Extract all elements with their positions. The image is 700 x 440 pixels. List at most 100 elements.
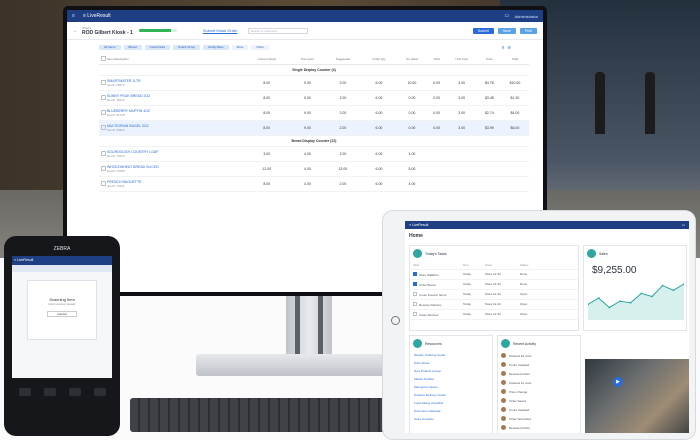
filter-chip[interactable]: More: [231, 44, 249, 50]
filter-chip[interactable]: Candy Bars: [202, 44, 229, 50]
row-checkbox[interactable]: [100, 110, 106, 115]
column-header[interactable]: Suggested: [324, 54, 362, 65]
resource-link[interactable]: Planogram Specs: [410, 383, 492, 391]
column-header[interactable]: Sold: [427, 54, 446, 65]
resource-link[interactable]: Price Sheet: [410, 359, 492, 367]
task-row[interactable]: Clean Shelves Today Store 12-34 Open: [410, 310, 578, 320]
notification-icon[interactable]: ▭: [504, 13, 510, 19]
table-row[interactable]: MULTIGRAIN BAGEL 3OZ Item#: 62904 8.00 9.00…: [99, 120, 529, 136]
activity-item[interactable]: Count Updated: [498, 432, 580, 433]
task-row[interactable]: Count Freezer Items Today Store 12-34 Open: [410, 290, 578, 300]
back-key[interactable]: [18, 388, 31, 396]
home-key[interactable]: [43, 388, 56, 396]
column-header[interactable]: Total: [500, 54, 529, 65]
resource-link[interactable]: Weekly Ordering Guide: [410, 351, 492, 359]
table-row[interactable]: FRENCH BAGUETTE Item#: 70441 8.00 4.00 2.00 6…: [99, 176, 529, 192]
column-header[interactable]: Price: [477, 54, 501, 65]
search-key[interactable]: [93, 388, 106, 396]
activity-item[interactable]: Received Order: [498, 369, 580, 378]
table-cell[interactable]: 6.00: [361, 105, 397, 121]
item-number: Item#: 51738: [107, 113, 125, 117]
table-row[interactable]: SUNNY PEAK BREAD 2OZ Item#: 48210 8.00 9.00…: [99, 90, 529, 106]
search-input[interactable]: Search or scan item: [247, 27, 308, 34]
table-cell[interactable]: 6.00: [361, 90, 397, 106]
table-cell[interactable]: 6.00: [361, 161, 397, 177]
filter-chip[interactable]: Cold Drinks: [144, 44, 171, 50]
tasks-list: Store Walkthru Today Store 12-34 Done Order …: [410, 270, 578, 320]
column-header[interactable]: Current Stock: [242, 54, 291, 65]
settings-icon[interactable]: ⚙: [507, 45, 511, 50]
column-header[interactable]: Par Level: [290, 54, 325, 65]
table-cell[interactable]: 6.00: [361, 146, 397, 162]
cancel-button[interactable]: Cancel: [47, 311, 77, 317]
table-row[interactable]: SOURDOUGH COUNTRY LOAF Item#: 70215 3.00 4.…: [99, 146, 529, 162]
table-cell[interactable]: 6.00: [361, 75, 397, 91]
save-button[interactable]: Save: [497, 27, 516, 34]
row-checkbox[interactable]: [100, 80, 106, 85]
activity-item[interactable]: Count Updated: [498, 360, 580, 369]
column-header[interactable]: Item Description: [107, 54, 243, 65]
column-header[interactable]: Order Qty: [361, 54, 397, 65]
task-row[interactable]: Store Walkthru Today Store 12-34 Done: [410, 270, 578, 280]
activity-item[interactable]: Order Submitted: [498, 414, 580, 423]
sales-icon: [587, 249, 596, 258]
task-row[interactable]: Order Bread Today Store 12-34 Done: [410, 280, 578, 290]
home-button[interactable]: [391, 316, 400, 325]
task-checkbox[interactable]: [413, 282, 417, 286]
group-row[interactable]: Bread Display Counter (22): [99, 135, 529, 147]
submit-button[interactable]: Submit: [472, 27, 494, 34]
resource-link[interactable]: Market Profiles: [410, 375, 492, 383]
activity-item[interactable]: Received Order: [498, 423, 580, 432]
task-checkbox[interactable]: [413, 302, 417, 306]
select-all-checkbox[interactable]: [100, 56, 106, 61]
menu-icon[interactable]: ≡: [72, 13, 78, 19]
resource-link[interactable]: Produce Delivery Guide: [410, 391, 492, 399]
column-header[interactable]: On Hand: [396, 54, 428, 65]
activity-card: Recent Activity Ordered 24 units Count Up…: [497, 335, 581, 433]
task-checkbox[interactable]: [413, 292, 417, 296]
resource-link[interactable]: Food Safety Checklist: [410, 399, 492, 407]
resource-link[interactable]: New Product Lineup: [410, 367, 492, 375]
table-row[interactable]: SMARTWATER 1LTR Item#: 26574 8.00 9.00 2.00 6…: [99, 75, 529, 91]
user-name[interactable]: Administrator: [514, 14, 538, 19]
group-title: Bread Display Counter (22): [99, 135, 529, 147]
filter-chip[interactable]: Other: [251, 44, 269, 50]
filter-chip[interactable]: Snack Chips: [173, 44, 200, 50]
task-checkbox[interactable]: [413, 312, 417, 316]
print-button[interactable]: Print: [519, 27, 537, 34]
play-icon[interactable]: ▶: [613, 377, 623, 387]
submit-kiosk-link[interactable]: Submit Kiosk Order: [203, 28, 238, 33]
filter-chip[interactable]: All Items: [99, 44, 121, 50]
row-checkbox[interactable]: [100, 125, 106, 130]
row-checkbox[interactable]: [100, 151, 106, 156]
activity-item[interactable]: Ordered 12 units: [498, 378, 580, 387]
task-store: Store 12-34: [485, 272, 501, 276]
table-row[interactable]: WHOLEWHEAT BREAD SLICED Item#: 70388 12.00…: [99, 161, 529, 177]
table-cell[interactable]: 6.00: [361, 120, 397, 136]
promo-video-thumbnail[interactable]: ▶: [585, 359, 689, 433]
group-row[interactable]: Single Display Counter (4): [99, 64, 529, 76]
activity-item[interactable]: Ordered 24 units: [498, 351, 580, 360]
activity-item[interactable]: Order Saved: [498, 396, 580, 405]
tablet-user-icon[interactable]: ▭: [682, 223, 685, 227]
table-cell: 0.00: [427, 90, 446, 106]
activity-item[interactable]: Price Change: [498, 387, 580, 396]
row-checkbox[interactable]: [100, 181, 106, 186]
task-row[interactable]: Receive Delivery Today Store 12-34 Open: [410, 300, 578, 310]
table-cell[interactable]: 6.00: [361, 176, 397, 192]
menu-key[interactable]: [68, 388, 81, 396]
activity-item[interactable]: Count Updated: [498, 405, 580, 414]
filter-chip[interactable]: Bread: [123, 44, 142, 50]
table-cell: 4.00: [290, 176, 325, 192]
back-arrow-icon[interactable]: ←: [73, 28, 78, 34]
resource-link[interactable]: Store Contacts: [410, 415, 492, 423]
column-header[interactable]: Unit Cost: [445, 54, 478, 65]
task-checkbox[interactable]: [413, 272, 417, 276]
table-row[interactable]: BLUEBERRY MUFFIN 4OZ Item#: 51738 8.00 9.00…: [99, 105, 529, 121]
resource-link[interactable]: Promotion Calendar: [410, 407, 492, 415]
row-checkbox[interactable]: [100, 95, 106, 100]
row-checkbox[interactable]: [100, 166, 106, 171]
table-cell: [477, 146, 501, 162]
filter-icon[interactable]: ⚲: [501, 45, 504, 50]
item-number: Item#: 48210: [107, 98, 125, 102]
